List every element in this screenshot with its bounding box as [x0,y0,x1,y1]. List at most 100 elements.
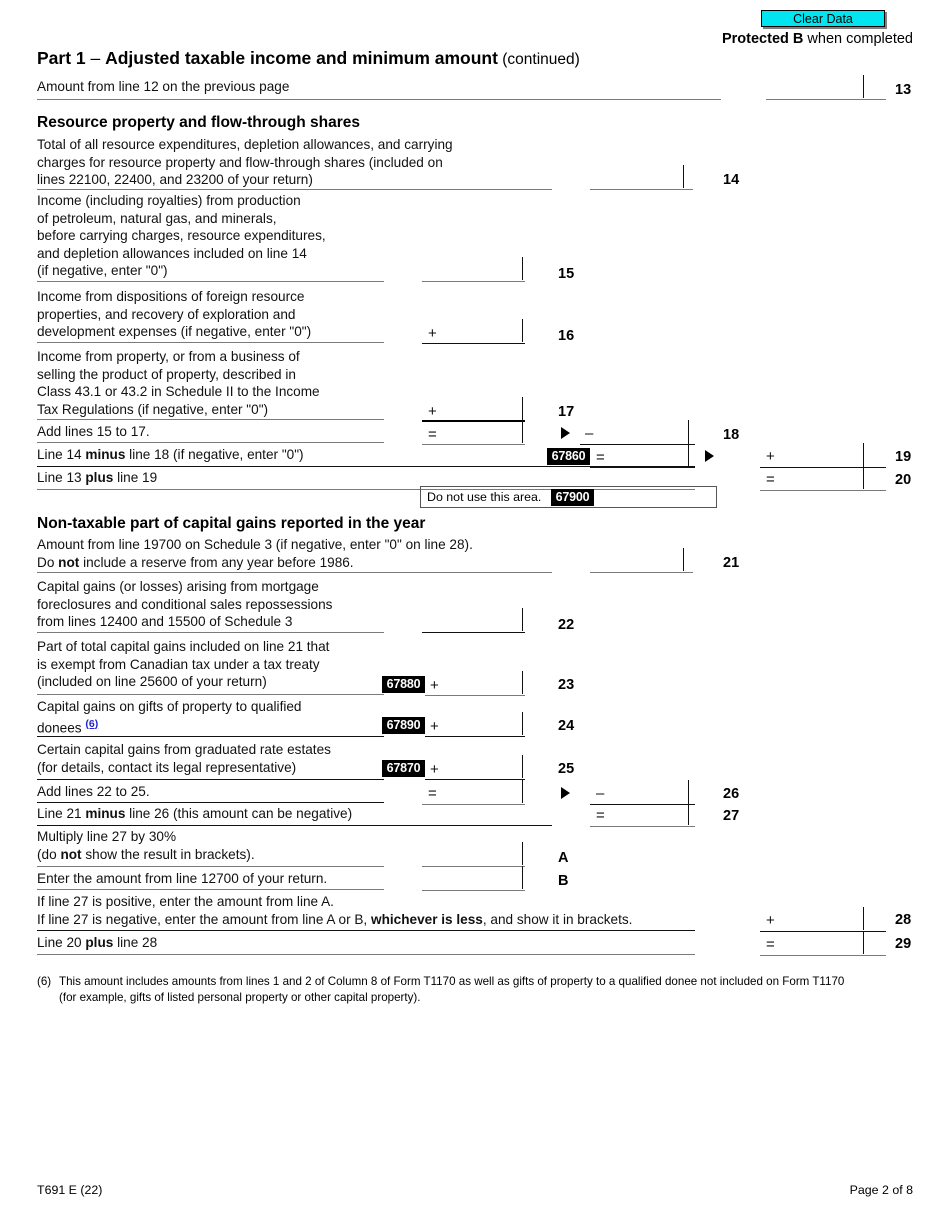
line-18-field-rule-2 [580,444,695,445]
do-not-use-label: Do not use this area. [427,490,542,504]
line-19-text-a: Line 14 [37,447,86,462]
footnote-6-marker: (6) [37,975,52,988]
line-17-cents-separator [522,397,523,420]
line-26-cents-separator [522,780,523,803]
line-29-cents-separator [863,931,864,954]
line-29-text-a: Line 20 [37,935,86,950]
line-25-cents-separator [522,755,523,778]
line-27-text-c: line 26 (this amount can be negative) [125,806,353,821]
line-a-label: Multiply line 27 by 30% (do not show the … [37,828,255,863]
part-label: Part 1 [37,48,86,68]
line-27-underline [37,825,552,826]
do-not-use-code-box: 67900 [551,489,594,506]
line-21-underline [37,572,552,573]
line-24-amount-field[interactable] [425,712,525,737]
line-28-text-l1: If line 27 is positive, enter the amount… [37,894,334,909]
line-27-text-a: Line 21 [37,806,86,821]
line-14-underline [37,189,552,190]
line-27-label: Line 21 minus line 26 (this amount can b… [37,805,352,823]
line-20-text-a: Line 13 [37,470,86,485]
line-number-b: B [558,873,569,889]
line-16-underline [37,342,384,343]
line-25-field-rule [425,779,525,780]
line-18-cents-separator-2 [688,420,689,443]
line-number-24: 24 [558,718,575,734]
line-19-subtotal-field[interactable] [590,443,695,468]
line-24-text-l1: Capital gains on gifts of property to qu… [37,699,302,714]
line-number-28: 28 [895,912,912,928]
line-28-amount-field[interactable] [760,907,886,932]
page-title: Part 1 – Adjusted taxable income and min… [37,48,580,69]
line-19-amount-field[interactable] [760,443,886,468]
line-16-amount-field[interactable] [422,319,525,344]
line-26-amount-field[interactable] [590,780,695,805]
line-15-amount-field[interactable] [422,257,525,282]
line-28-label: If line 27 is positive, enter the amount… [37,893,632,928]
line-24-underline [37,736,384,737]
line-17-label: Income from property, or from a business… [37,349,320,417]
line-27-cents-separator [688,802,689,825]
line-16-cents-separator [522,319,523,342]
line-28-field-rule [760,931,886,932]
line-28-cents-separator [863,907,864,930]
line-21-text-l1: Amount from line 19700 on Schedule 3 (if… [37,537,473,552]
part-dash: – [85,48,106,68]
line-a-amount-field[interactable] [422,842,525,867]
line-21-amount-field[interactable] [590,548,693,573]
footnote-6-line2: (for example, gifts of listed personal p… [59,990,421,1004]
line-25-amount-field[interactable] [425,755,525,780]
line-23-field-rule [425,695,525,696]
line-29-text-b: plus [85,935,114,950]
line-15-underline [37,281,384,282]
line-b-amount-field[interactable] [422,866,525,891]
line-29-amount-field[interactable] [760,931,886,956]
line-21-label: Amount from line 19700 on Schedule 3 (if… [37,536,473,571]
line-23-code-box: 67880 [382,676,425,693]
line-14-amount-field[interactable] [590,165,693,190]
line-20-amount-field[interactable] [760,466,886,491]
footnote-ref-6-link[interactable]: (6) [85,718,98,730]
line-17-amount-field[interactable] [422,397,525,422]
line-26-subtotal-field[interactable] [422,780,525,805]
line-23-amount-field[interactable] [425,671,525,696]
line-22-label: Capital gains (or losses) arising from m… [37,579,333,630]
line-23-label: Part of total capital gains included on … [37,639,330,690]
clear-data-button[interactable]: Clear Data [761,10,885,27]
line-29-text-c: line 28 [113,935,158,950]
line-number-16: 16 [558,328,575,344]
line-18-amount-field[interactable] [580,420,695,445]
line-13-amount-field[interactable] [766,75,886,100]
line-27-amount-field[interactable] [590,802,695,827]
line-19-text-c: line 18 (if negative, enter "0") [125,447,304,462]
line-20-text-c: line 19 [113,470,158,485]
flow-arrow-icon-19 [705,450,714,462]
line-26-underline [37,802,384,803]
line-18-subtotal-field[interactable] [422,420,525,445]
flow-arrow-icon-18 [561,427,570,439]
line-number-21: 21 [723,555,740,571]
line-20-text-b: plus [85,470,114,485]
line-23-underline [37,694,384,695]
line-number-15: 15 [558,266,575,282]
line-a-text-l2-a: (do [37,846,61,862]
line-number-14: 14 [723,172,740,188]
line-21-cents-separator [683,548,684,571]
line-13-cents-separator [863,75,864,98]
line-18-underline [37,442,384,443]
section-heading-nontaxable: Non-taxable part of capital gains report… [37,515,426,532]
line-number-17: 17 [558,404,575,420]
part-continued: (continued) [497,51,580,68]
line-number-23: 23 [558,677,575,693]
line-22-amount-field[interactable] [422,608,525,633]
line-a-underline [37,866,384,867]
line-14-label: Total of all resource expenditures, depl… [37,137,453,188]
line-25-underline [37,779,384,780]
footnote-6: (6) This amount includes amounts from li… [37,974,927,1005]
line-24-cents-separator [522,712,523,735]
line-14-field-rule [590,189,693,190]
protected-b-bold: Protected B [721,31,804,47]
line-number-29: 29 [895,936,912,952]
line-22-underline [37,632,384,633]
line-number-20: 20 [895,472,912,488]
protected-b-notice: Protected B when completed [722,31,913,47]
